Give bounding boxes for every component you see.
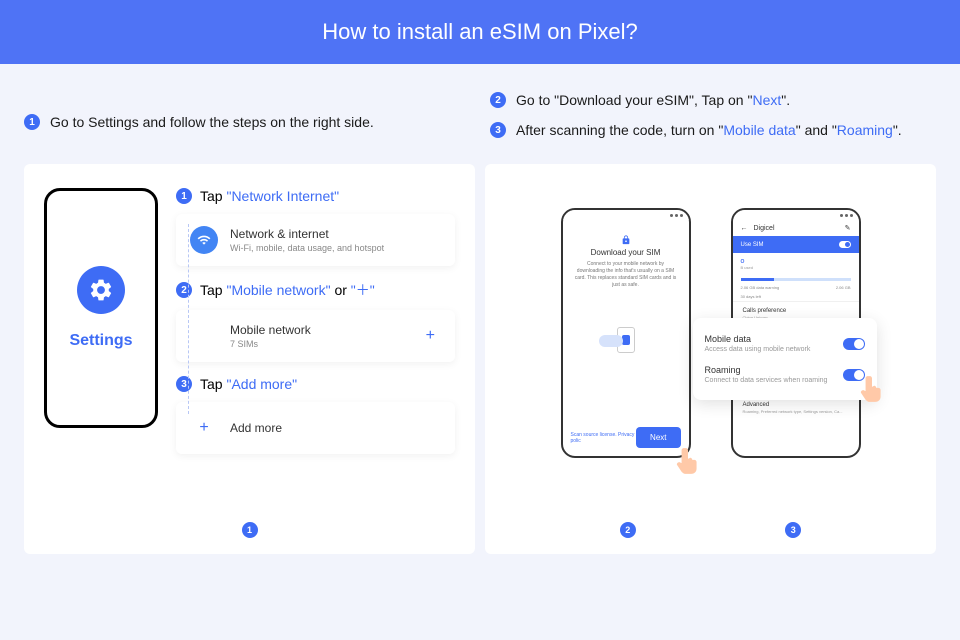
mobile-card-sub: 7 SIMs	[230, 339, 408, 349]
add-more-card[interactable]: + Add more	[176, 402, 455, 454]
sim-illustration	[563, 295, 689, 385]
mobile-network-card[interactable]: Mobile network 7 SIMs +	[176, 310, 455, 362]
download-sim-title: Download your SIM	[571, 248, 681, 257]
gear-icon	[77, 266, 125, 314]
data-usage-meta: 2.06 GB data warning 2.06 GB	[733, 283, 859, 292]
step-badge-2: 2	[490, 92, 506, 108]
instructions-row: 1 Go to Settings and follow the steps on…	[0, 64, 960, 164]
panel-2-badge: 2	[620, 522, 636, 538]
mobile-data-label: Mobile data	[705, 334, 811, 344]
panels-container: Settings 1 Tap "Network Internet" Networ…	[0, 164, 960, 554]
cloud-icon	[599, 335, 623, 347]
right-panel: Download your SIM Connect to your mobile…	[485, 164, 936, 554]
download-sim-phone: Download your SIM Connect to your mobile…	[561, 208, 691, 458]
network-internet-card[interactable]: Network & internet Wi-Fi, mobile, data u…	[176, 214, 455, 266]
substep-badge-3: 3	[176, 376, 192, 392]
instructions-right: 2 Go to "Download your eSIM", Tap on "Ne…	[470, 92, 936, 152]
use-sim-toggle[interactable]	[839, 241, 851, 248]
plus-icon[interactable]: +	[420, 327, 441, 345]
substep-badge-1: 1	[176, 188, 192, 204]
next-link: Next	[752, 92, 781, 108]
mobile-data-link: Mobile data	[723, 122, 795, 138]
instruction-3: 3 After scanning the code, turn on "Mobi…	[490, 122, 936, 138]
left-panel: Settings 1 Tap "Network Internet" Networ…	[24, 164, 475, 554]
step-badge-3: 3	[490, 122, 506, 138]
settings-phone-illustration: Settings	[44, 188, 158, 428]
addmore-card-title: Add more	[230, 421, 441, 435]
network-card-sub: Wi-Fi, mobile, data usage, and hotspot	[230, 243, 441, 253]
mobile-data-toggle-row[interactable]: Mobile data Access data using mobile net…	[705, 328, 865, 359]
signal-icon	[190, 322, 218, 350]
instruction-2-text: Go to "Download your eSIM", Tap on "Next…	[516, 92, 790, 108]
pointing-hand-icon	[675, 446, 701, 476]
edit-icon[interactable]: ✎	[845, 224, 851, 232]
use-sim-row[interactable]: Use SIM	[733, 236, 859, 253]
next-button[interactable]: Next	[636, 427, 680, 448]
roaming-toggle-row[interactable]: Roaming Connect to data services when ro…	[705, 359, 865, 390]
carrier-header: ← Digicel ✎	[733, 220, 859, 236]
substep-3: 3 Tap "Add more" + Add more	[176, 376, 455, 454]
panel-3-badge: 3	[785, 522, 801, 538]
network-card-title: Network & internet	[230, 227, 441, 241]
step-badge-1: 1	[24, 114, 40, 130]
substep-2: 2 Tap "Mobile network" or "＋" Mobile net…	[176, 280, 455, 362]
page-header: How to install an eSIM on Pixel?	[0, 0, 960, 64]
lock-icon	[621, 232, 631, 242]
panel-1-badge: 1	[242, 522, 258, 538]
mobile-card-title: Mobile network	[230, 323, 408, 337]
page-title: How to install an eSIM on Pixel?	[322, 19, 638, 45]
substep-badge-2: 2	[176, 282, 192, 298]
substep-1: 1 Tap "Network Internet" Network & inter…	[176, 188, 455, 266]
step-connector-line	[188, 224, 189, 414]
data-section-label: O B used	[733, 253, 859, 276]
right-panel-badges: 2 3	[485, 522, 936, 538]
wifi-icon	[190, 226, 218, 254]
status-bar-3	[733, 210, 859, 220]
settings-label: Settings	[69, 332, 132, 350]
instruction-1: 1 Go to Settings and follow the steps on…	[24, 92, 470, 152]
download-sim-desc: Connect to your mobile network by downlo…	[571, 261, 681, 289]
roaming-link: Roaming	[837, 122, 893, 138]
instruction-1-text: Go to Settings and follow the steps on t…	[50, 114, 374, 130]
toggles-popup: Mobile data Access data using mobile net…	[693, 318, 877, 400]
instruction-2: 2 Go to "Download your eSIM", Tap on "Ne…	[490, 92, 936, 108]
back-arrow-icon[interactable]: ←	[741, 225, 748, 232]
data-usage-bar	[741, 278, 851, 281]
mobile-data-toggle[interactable]	[843, 338, 865, 350]
privacy-link[interactable]: Scan source license. Privacy polic	[571, 432, 637, 444]
instruction-3-text: After scanning the code, turn on "Mobile…	[516, 122, 902, 138]
pointing-hand-icon-2	[859, 374, 885, 404]
plus-add-icon: +	[190, 414, 218, 442]
roaming-label: Roaming	[705, 365, 828, 375]
status-bar	[563, 210, 689, 220]
